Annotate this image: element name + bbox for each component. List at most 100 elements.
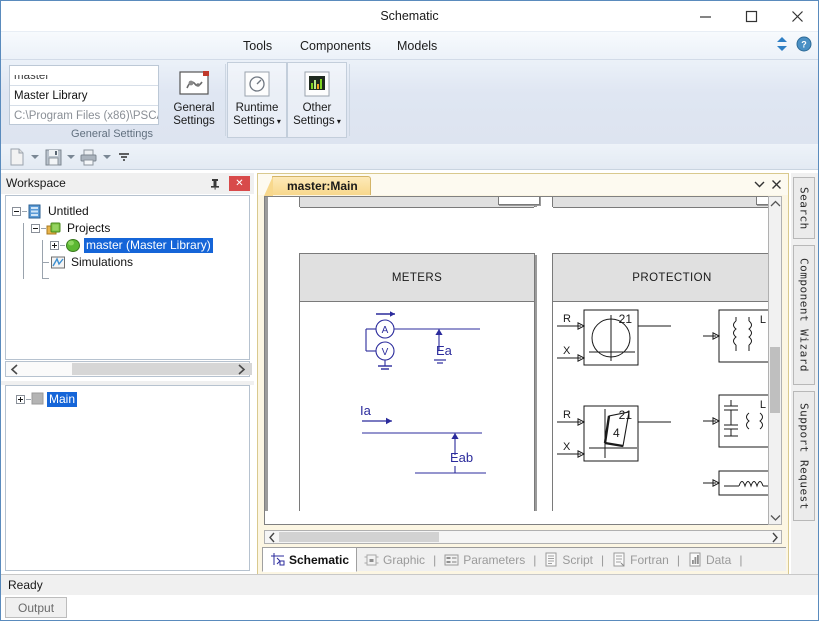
scroll-down-button[interactable] xyxy=(769,511,781,524)
chevron-down-icon xyxy=(770,514,780,521)
workspace-tree-hscrollbar[interactable] xyxy=(5,361,252,377)
tab-script-label: Script xyxy=(562,552,594,567)
ribbon-tab-components[interactable]: Components xyxy=(287,35,384,57)
list-item-main[interactable]: Main xyxy=(16,391,78,408)
group-separator-2 xyxy=(349,64,350,136)
protection-panel-header: PROTECTION xyxy=(553,254,768,302)
expander-minus-icon[interactable] xyxy=(31,224,40,233)
expander-plus-icon[interactable] xyxy=(50,241,59,250)
sheet-left-margin xyxy=(265,197,268,511)
document-tab-master-main[interactable]: master:Main xyxy=(264,176,371,196)
new-dropdown-button[interactable] xyxy=(29,147,41,167)
chevron-down-icon: ▾ xyxy=(334,117,341,126)
workspace-close-button[interactable]: ✕ xyxy=(229,176,250,191)
tree-item-label: Projects xyxy=(67,221,111,235)
maximize-button[interactable] xyxy=(728,1,774,31)
tab-component-wizard-label: Component Wizard xyxy=(797,258,811,372)
clipped-panel-right xyxy=(552,197,768,208)
other-settings-button[interactable]: Other Settings ▾ xyxy=(287,62,347,138)
print-dropdown-button[interactable] xyxy=(101,147,113,167)
save-dropdown-button[interactable] xyxy=(65,147,77,167)
runtime-settings-button[interactable]: Runtime Settings ▾ xyxy=(227,62,287,138)
output-tab[interactable]: Output xyxy=(5,597,68,618)
title-bar: Schematic xyxy=(1,1,818,32)
tab-fortran-label: Fortran xyxy=(630,552,669,567)
scroll-right-button[interactable] xyxy=(768,531,781,543)
schematic-canvas[interactable]: METERS A V Ea Ia Eab PROTECTION 21 R X 2… xyxy=(265,197,768,511)
hscroll-thumb[interactable] xyxy=(279,532,439,542)
ribbon-tab-tools[interactable]: Tools xyxy=(230,35,285,57)
tab-support-request[interactable]: Support Request xyxy=(793,391,815,521)
new-document-icon xyxy=(10,148,24,166)
document-tab-list-button[interactable] xyxy=(752,176,766,192)
project-fields: master Master Library C:\Program Files (… xyxy=(9,65,159,125)
document-area: master:Main METERS A V Ea Ia Eab PROTECT… xyxy=(257,173,789,576)
schematic-canvas-viewport[interactable]: METERS A V Ea Ia Eab PROTECTION 21 R X 2… xyxy=(264,196,782,525)
pin-button[interactable] xyxy=(207,176,222,191)
close-icon: ✕ xyxy=(235,177,244,189)
collapse-ribbon-button[interactable] xyxy=(775,36,789,55)
schematic-icon xyxy=(271,553,285,566)
ribbon-tab-models[interactable]: Models xyxy=(384,35,450,57)
tab-graphic[interactable]: Graphic xyxy=(357,548,432,572)
tab-graphic-label: Graphic xyxy=(383,552,426,567)
tab-fortran[interactable]: Fortran xyxy=(605,548,676,572)
tab-search[interactable]: Search xyxy=(793,177,815,239)
new-button[interactable] xyxy=(7,147,27,167)
tree-item-simulations[interactable]: Simulations xyxy=(42,254,135,271)
help-button[interactable]: ? xyxy=(796,36,812,55)
scroll-right-button[interactable] xyxy=(233,362,249,376)
scroll-up-button[interactable] xyxy=(769,197,781,210)
tab-data-label: Data xyxy=(705,552,732,567)
chevron-up-icon xyxy=(770,200,780,206)
hscroll-thumb[interactable] xyxy=(72,363,252,375)
chevron-down-icon xyxy=(67,155,75,159)
other-settings-label-line1: Other xyxy=(302,102,332,114)
svg-text:R: R xyxy=(563,409,571,421)
meters-panel-title: METERS xyxy=(391,271,443,284)
scroll-left-button[interactable] xyxy=(265,531,278,543)
tab-script[interactable]: Script xyxy=(537,548,600,572)
document-close-button[interactable] xyxy=(769,176,783,192)
close-icon xyxy=(791,10,803,22)
pin-icon xyxy=(210,178,219,190)
vscroll-thumb[interactable] xyxy=(770,347,780,413)
tree-item-untitled[interactable]: Untitled xyxy=(12,203,91,220)
tab-data[interactable]: Data xyxy=(681,548,738,572)
general-settings-label-line1: General xyxy=(173,102,215,114)
tab-parameters[interactable]: Parameters xyxy=(437,548,532,572)
project-path-field[interactable]: C:\Program Files (x86)\PSCAD xyxy=(10,106,158,126)
close-button[interactable] xyxy=(774,1,818,31)
canvas-hscrollbar[interactable] xyxy=(264,530,782,544)
protection-panel[interactable]: PROTECTION 21 R X 21 4 R X L L xyxy=(552,253,768,511)
settings-page-icon xyxy=(177,68,211,100)
runtime-settings-label-line1: Runtime xyxy=(235,102,279,114)
svg-text:A: A xyxy=(382,325,389,336)
tree-item-projects[interactable]: Projects xyxy=(31,220,112,237)
clipped-panel-right-header xyxy=(553,197,768,208)
save-button[interactable] xyxy=(43,147,63,167)
print-button[interactable] xyxy=(79,147,99,167)
project-title-field[interactable]: Master Library xyxy=(10,86,158,106)
print-icon xyxy=(80,149,97,165)
ribbon-tab-strip: Tools Components Models ? xyxy=(1,32,818,59)
tab-component-wizard[interactable]: Component Wizard xyxy=(793,245,815,385)
chevron-right-icon xyxy=(237,363,245,375)
tree-item-master[interactable]: master (Master Library) xyxy=(50,237,213,254)
expander-plus-icon[interactable] xyxy=(16,395,25,404)
chevron-down-icon xyxy=(103,155,111,159)
expander-minus-icon[interactable] xyxy=(12,207,21,216)
svg-text:R: R xyxy=(563,313,571,325)
clipped-panel-left-widget xyxy=(498,197,540,205)
scroll-left-button[interactable] xyxy=(6,362,22,376)
minimize-button[interactable] xyxy=(682,1,728,31)
graphic-icon xyxy=(364,554,379,565)
chevron-down-icon xyxy=(31,155,39,159)
tab-schematic-label: Schematic xyxy=(289,552,350,567)
tab-schematic[interactable]: Schematic xyxy=(262,547,358,572)
meters-panel[interactable]: METERS A V Ea Ia Eab xyxy=(299,253,535,511)
customize-qat-button[interactable] xyxy=(115,147,133,167)
maximize-icon xyxy=(745,10,757,22)
ribbon-group-general-settings: master Master Library C:\Program Files (… xyxy=(1,61,223,141)
canvas-vscrollbar[interactable] xyxy=(768,196,782,525)
